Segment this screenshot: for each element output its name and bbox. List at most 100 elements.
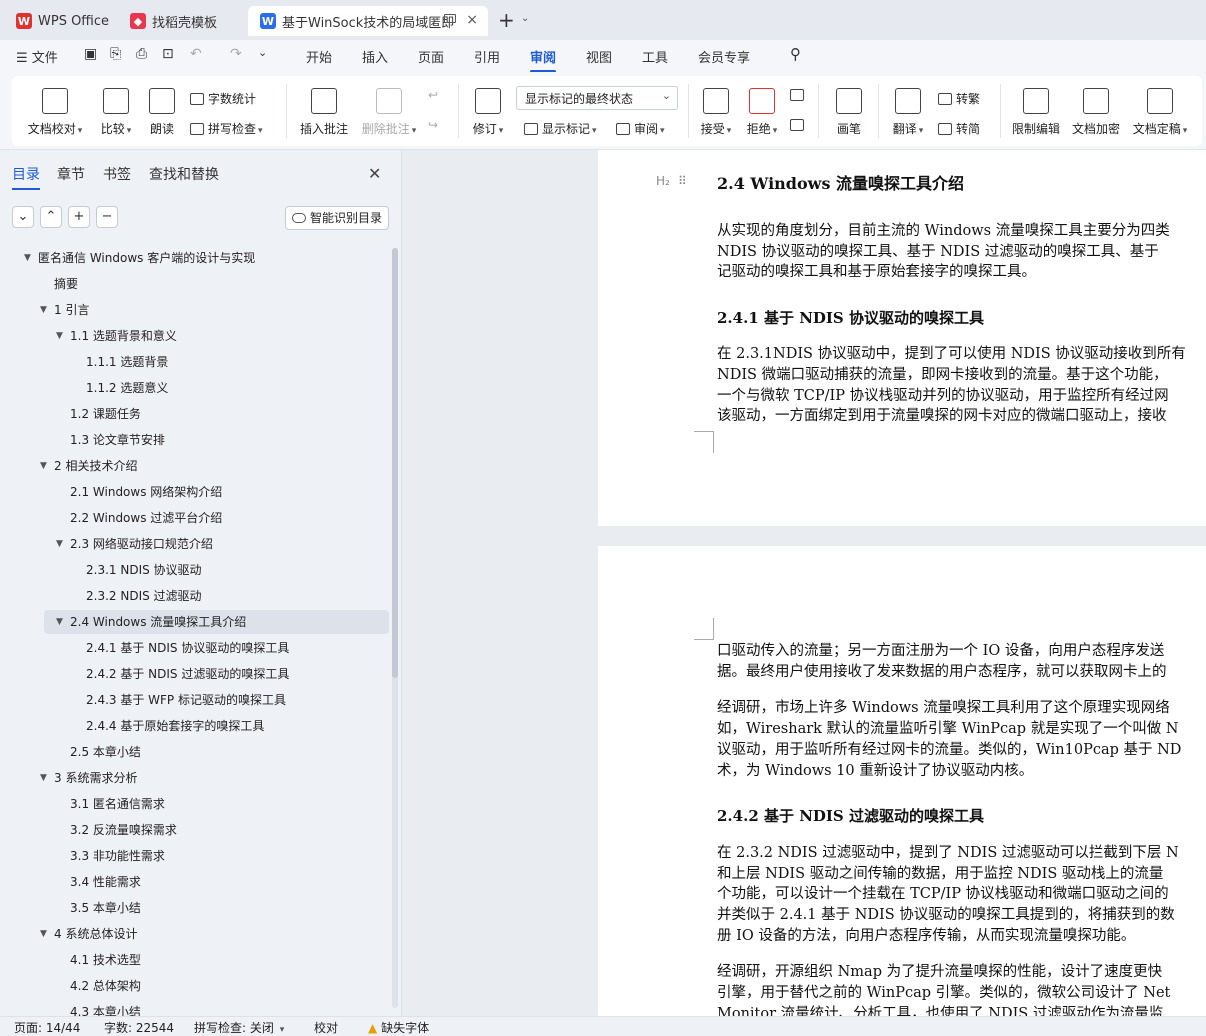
toc-item[interactable]: 3.4 性能需求	[0, 870, 389, 894]
toc-item[interactable]: 2.3.1 NDIS 协议驱动	[0, 558, 389, 582]
menu-page[interactable]: 页面	[418, 47, 444, 66]
to-simplified-button[interactable]: 转简	[938, 120, 980, 137]
redo-icon[interactable]: ↷	[230, 46, 242, 62]
tab-chapters[interactable]: 章节	[57, 164, 85, 184]
tab-wps-office[interactable]: W WPS Office	[4, 6, 112, 36]
missing-font-status[interactable]: ▲ 缺失字体	[368, 1019, 429, 1036]
pen-button[interactable]: 画笔	[832, 88, 866, 137]
menu-review[interactable]: 审阅	[530, 47, 557, 73]
menu-view[interactable]: 视图	[586, 47, 612, 66]
drag-handle-icon[interactable]: ⠿	[678, 174, 687, 188]
new-tab-button[interactable]: +	[498, 8, 515, 32]
proof-status[interactable]: 校对	[314, 1019, 338, 1036]
heading-style-icon[interactable]: H₂	[656, 174, 670, 188]
expand-arrow-icon[interactable]: ▼	[56, 532, 63, 556]
scrollbar-thumb[interactable]	[392, 248, 398, 678]
toc-scrollbar[interactable]	[392, 248, 398, 1008]
toc-item[interactable]: 摘要	[0, 272, 389, 296]
toc-item[interactable]: ▼ 匿名通信 Windows 客户端的设计与实现	[0, 246, 389, 270]
remove-heading-button[interactable]: −	[96, 206, 118, 228]
menu-tools[interactable]: 工具	[642, 47, 668, 66]
word-count-indicator[interactable]: 字数: 22544	[104, 1019, 174, 1036]
collapse-all-button[interactable]: ⌄	[12, 206, 34, 228]
toc-item[interactable]: ▼ 3 系统需求分析	[0, 766, 389, 790]
print-icon[interactable]: ⎙	[136, 46, 147, 62]
spell-check-status[interactable]: 拼写检查: 关闭 ▾	[194, 1019, 284, 1036]
tab-toc[interactable]: 目录	[12, 164, 40, 190]
toc-item[interactable]: 4.2 总体架构	[0, 974, 389, 998]
show-markup-button[interactable]: 显示标记 ▾	[524, 120, 597, 137]
translate-button[interactable]: 翻译 ▾	[888, 88, 928, 137]
delete-comment-button[interactable]: 删除批注 ▾	[358, 88, 420, 137]
expand-arrow-icon[interactable]: ▼	[56, 610, 63, 634]
toc-item[interactable]: 4.3 本章小结	[0, 1000, 389, 1016]
encrypt-button[interactable]: 文档加密	[1070, 88, 1122, 137]
revise-button[interactable]: 修订 ▾	[468, 88, 508, 137]
search-icon[interactable]: ⚲	[790, 45, 801, 63]
tab-document[interactable]: W 基于WinSock技术的局域匿即 ×	[248, 6, 488, 36]
toc-item[interactable]: 3.2 反流量嗅探需求	[0, 818, 389, 842]
next-comment-icon[interactable]: ↪	[428, 118, 438, 132]
read-aloud-button[interactable]: 朗读	[146, 88, 178, 137]
toc-item[interactable]: 2.3.2 NDIS 过滤驱动	[0, 584, 389, 608]
expand-arrow-icon[interactable]: ▼	[40, 922, 47, 946]
compare-button[interactable]: 比较 ▾	[96, 88, 136, 137]
toc-item[interactable]: ▼ 2 相关技术介绍	[0, 454, 389, 478]
toc-item[interactable]: 2.4.4 基于原始套接字的嗅探工具	[0, 714, 389, 738]
toc-item[interactable]: 2.1 Windows 网络架构介绍	[0, 480, 389, 504]
insert-comment-button[interactable]: 插入批注	[298, 88, 350, 137]
review-pane-button[interactable]: 审阅 ▾	[616, 120, 665, 137]
page-indicator[interactable]: 页面: 14/44	[14, 1019, 80, 1036]
expand-arrow-icon[interactable]: ▼	[40, 766, 47, 790]
expand-arrow-icon[interactable]: ▼	[40, 298, 47, 322]
toc-item[interactable]: ▼ 1 引言	[0, 298, 389, 322]
expand-arrow-icon[interactable]: ▼	[40, 454, 47, 478]
toc-item[interactable]: 4.1 技术选型	[0, 948, 389, 972]
markup-state-select[interactable]: 显示标记的最终状态 ⌄	[516, 86, 678, 110]
undo-icon[interactable]: ↶	[190, 46, 202, 62]
accept-button[interactable]: 接受 ▾	[696, 88, 736, 137]
next-change-icon[interactable]	[790, 118, 808, 132]
toc-item[interactable]: ▼ 2.4 Windows 流量嗅探工具介绍	[44, 610, 389, 634]
toc-item[interactable]: 2.4.2 基于 NDIS 过滤驱动的嗅探工具	[0, 662, 389, 686]
toc-item[interactable]: 2.2 Windows 过滤平台介绍	[0, 506, 389, 530]
menu-insert[interactable]: 插入	[362, 47, 388, 66]
toc-item[interactable]: 2.5 本章小结	[0, 740, 389, 764]
finalize-button[interactable]: 文档定稿 ▾	[1130, 88, 1190, 137]
prev-comment-icon[interactable]: ↩	[428, 88, 438, 102]
toc-item[interactable]: 2.4.1 基于 NDIS 协议驱动的嗅探工具	[0, 636, 389, 660]
toc-item[interactable]: 3.5 本章小结	[0, 896, 389, 920]
toc-item[interactable]: 2.4.3 基于 WFP 标记驱动的嗅探工具	[0, 688, 389, 712]
restrict-edit-button[interactable]: 限制编辑	[1010, 88, 1062, 137]
close-tab-icon[interactable]: ×	[466, 12, 478, 28]
expand-arrow-icon[interactable]: ▼	[56, 324, 63, 348]
toc-item[interactable]: 1.2 课题任务	[0, 402, 389, 426]
close-pane-icon[interactable]: ✕	[368, 164, 381, 183]
toc-item[interactable]: ▼ 4 系统总体设计	[0, 922, 389, 946]
toc-item[interactable]: 1.1.2 选题意义	[0, 376, 389, 400]
toc-item[interactable]: ▼ 2.3 网络驱动接口规范介绍	[0, 532, 389, 556]
save-icon[interactable]: ▣	[84, 46, 97, 62]
add-heading-button[interactable]: +	[68, 206, 90, 228]
quick-access-chevron-icon[interactable]: ⌄	[258, 46, 267, 59]
tab-docer[interactable]: ◆ 找稻壳模板	[118, 6, 244, 36]
tab-bookmarks[interactable]: 书签	[103, 164, 131, 184]
toc-item[interactable]: 3.1 匿名通信需求	[0, 792, 389, 816]
prev-change-icon[interactable]	[790, 88, 808, 102]
menu-reference[interactable]: 引用	[474, 47, 500, 66]
toc-item[interactable]: 1.3 论文章节安排	[0, 428, 389, 452]
to-traditional-button[interactable]: 转繁	[938, 90, 980, 107]
smart-toc-button[interactable]: 智能识别目录	[285, 206, 389, 230]
share-icon[interactable]: ⎘	[110, 46, 121, 62]
toc-item[interactable]: ▼ 1.1 选题背景和意义	[0, 324, 389, 348]
proofread-button[interactable]: 文档校对 ▾	[26, 88, 84, 137]
toc-item[interactable]: 3.3 非功能性需求	[0, 844, 389, 868]
window-icon[interactable]	[444, 14, 456, 23]
tab-list-chevron-icon[interactable]: ⌄	[521, 13, 529, 24]
tab-find-replace[interactable]: 查找和替换	[149, 164, 219, 184]
menu-member[interactable]: 会员专享	[698, 47, 750, 66]
file-menu[interactable]: ☰ 文件	[16, 47, 58, 66]
print-preview-icon[interactable]: ⊡	[162, 46, 174, 62]
word-count-button[interactable]: 字数统计	[190, 90, 256, 107]
expand-up-button[interactable]: ⌃	[40, 206, 62, 228]
